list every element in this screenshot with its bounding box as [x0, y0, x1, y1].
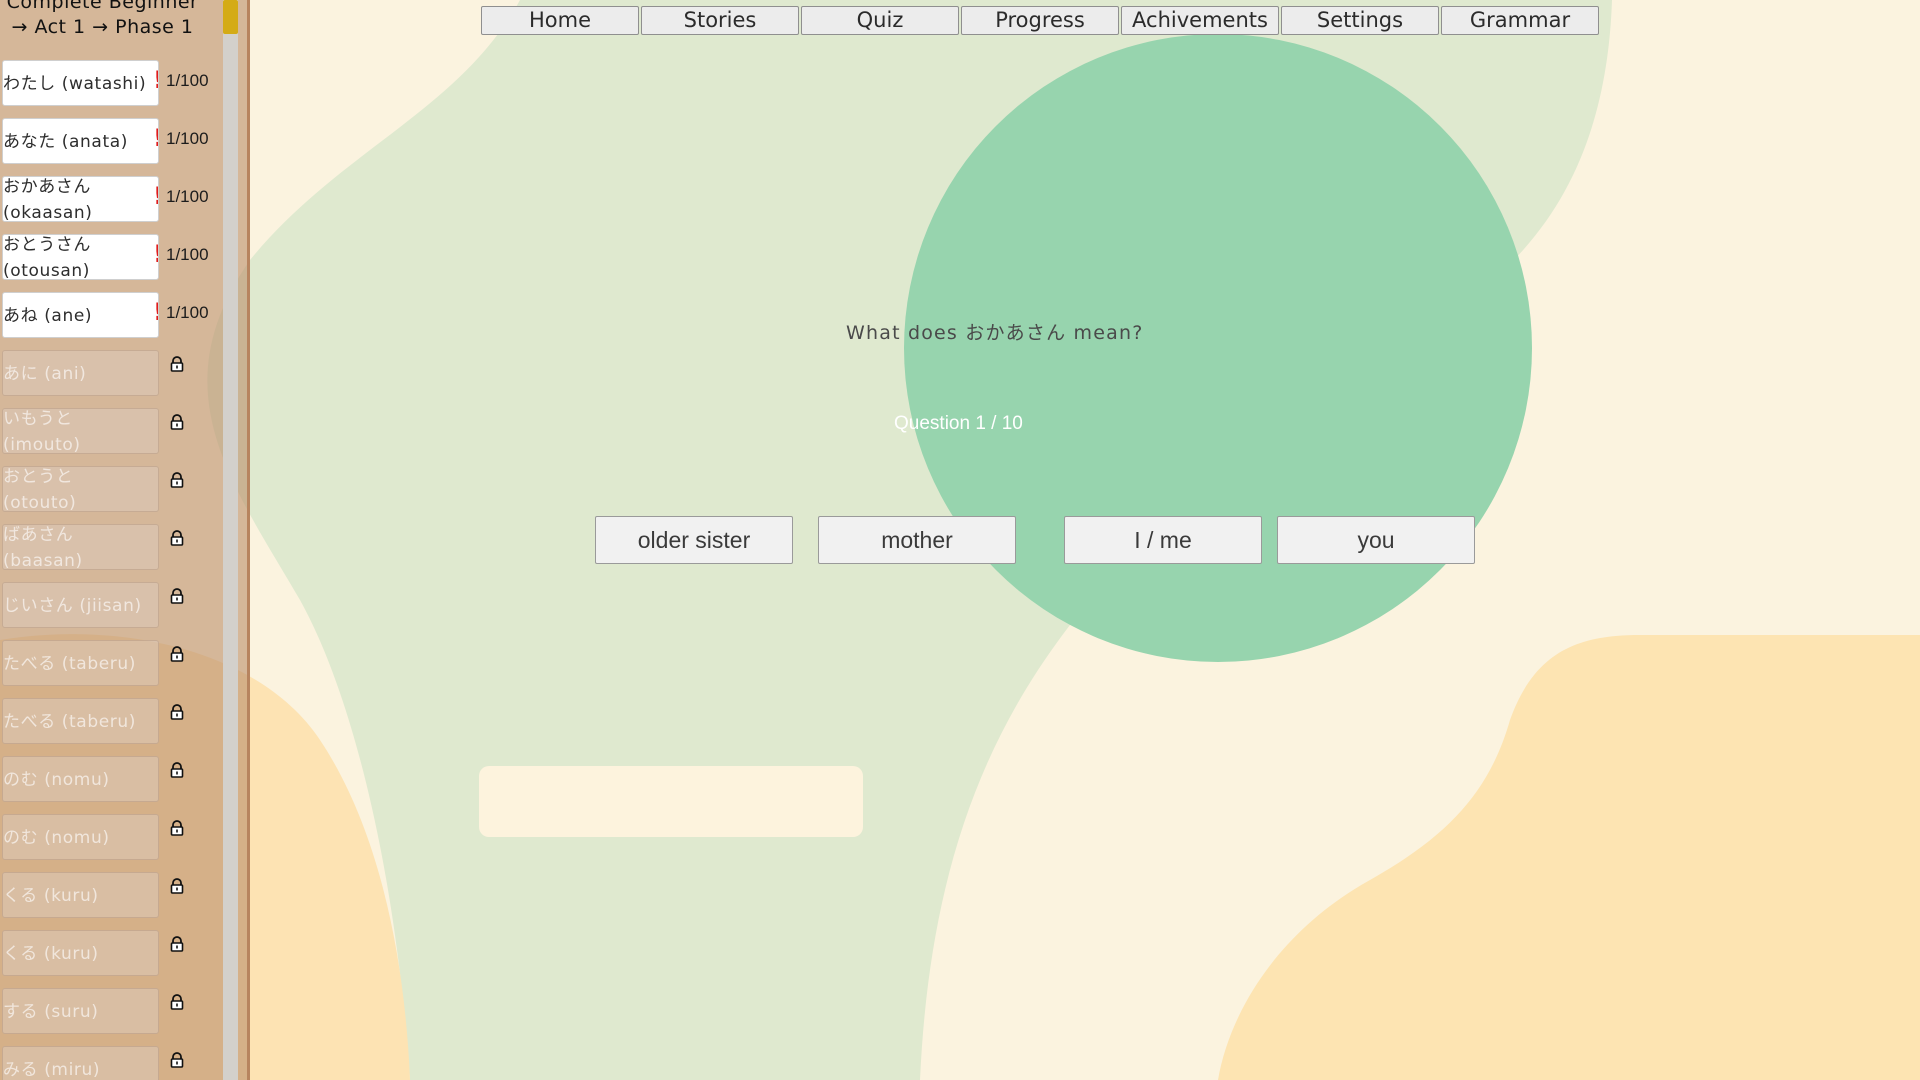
vocab-item: おとうと (otouto) [2, 466, 222, 514]
vocab-word: おかあさん (okaasan) [3, 177, 93, 222]
vocab-item[interactable]: わたし (watashi)! 1/100 [2, 60, 222, 108]
answer-option-3-button[interactable]: I / me [1064, 516, 1262, 564]
quiz-question: What does おかあさん mean? [846, 322, 1144, 344]
vocab-card: たべる (taberu) [2, 698, 159, 744]
vocab-progress: 1/100 [166, 303, 209, 322]
vocab-progress: 1/100 [166, 71, 209, 90]
vocab-word: いもうと (imouto) [3, 409, 81, 454]
lock-icon [169, 530, 185, 546]
alert-icon: ! [153, 299, 158, 325]
vocab-item: くる (kuru) [2, 872, 222, 920]
vocab-word: じいさん (jiisan) [3, 596, 142, 616]
vocab-item: くる (kuru) [2, 930, 222, 978]
vocab-card: くる (kuru) [2, 872, 159, 918]
lock-icon [169, 936, 185, 952]
vocab-word: たべる (taberu) [3, 712, 136, 732]
vocab-item: する (suru) [2, 988, 222, 1036]
vocab-item: あに (ani) [2, 350, 222, 398]
sidebar-scrollbar-thumb[interactable] [223, 0, 238, 34]
vocab-word: みる (miru) [3, 1060, 101, 1080]
vocab-item: のむ (nomu) [2, 756, 222, 804]
lock-icon [169, 704, 185, 720]
vocab-card[interactable]: おとうさん (otousan)! [2, 234, 159, 280]
lock-icon [169, 472, 185, 488]
vocab-card: みる (miru) [2, 1046, 159, 1080]
vocab-card: あに (ani) [2, 350, 159, 396]
vocab-word: おとうさん (otousan) [3, 235, 91, 280]
vocab-card: のむ (nomu) [2, 814, 159, 860]
vocab-word: ばあさん (baasan) [3, 525, 83, 570]
vocab-item: じいさん (jiisan) [2, 582, 222, 630]
nav-stories-button[interactable]: Stories [641, 6, 799, 35]
vocab-card[interactable]: わたし (watashi)! [2, 60, 159, 106]
vocab-item: のむ (nomu) [2, 814, 222, 862]
phase-title: Complete Beginner → Act 1 → Phase 1 [6, 0, 199, 38]
vocab-progress: 1/100 [166, 129, 209, 148]
lock-icon [169, 414, 185, 430]
lock-icon [169, 356, 185, 372]
vocab-word: あなた (anata) [3, 132, 128, 152]
alert-icon: ! [153, 241, 158, 267]
vocab-card: する (suru) [2, 988, 159, 1034]
alert-icon: ! [153, 67, 158, 93]
nav-home-button[interactable]: Home [481, 6, 639, 35]
vocab-item[interactable]: あなた (anata)! 1/100 [2, 118, 222, 166]
vocab-item: ばあさん (baasan) [2, 524, 222, 572]
vocab-card: おとうと (otouto) [2, 466, 159, 512]
nav-grammar-button[interactable]: Grammar [1441, 6, 1599, 35]
lock-icon [169, 588, 185, 604]
nav-settings-button[interactable]: Settings [1281, 6, 1439, 35]
vocab-sidebar: Complete Beginner → Act 1 → Phase 1 わたし … [0, 0, 250, 1080]
vocab-word: あね (ane) [3, 306, 93, 326]
bg-peach-blob-right [1218, 635, 1920, 1080]
nav-quiz-button[interactable]: Quiz [801, 6, 959, 35]
lock-icon [169, 878, 185, 894]
vocab-word: おとうと (otouto) [3, 467, 77, 512]
vocab-word: する (suru) [3, 1002, 99, 1022]
vocab-item[interactable]: おかあさん (okaasan)! 1/100 [2, 176, 222, 224]
answer-input[interactable] [479, 766, 863, 837]
accent-circle [904, 34, 1532, 662]
vocab-item: みる (miru) [2, 1046, 222, 1080]
vocab-card[interactable]: おかあさん (okaasan)! [2, 176, 159, 222]
vocab-item[interactable]: あね (ane)! 1/100 [2, 292, 222, 340]
vocab-card[interactable]: あなた (anata)! [2, 118, 159, 164]
vocab-word: のむ (nomu) [3, 828, 110, 848]
vocab-card: ばあさん (baasan) [2, 524, 159, 570]
nav-achievements-button[interactable]: Achivements [1121, 6, 1279, 35]
sidebar-scrollbar[interactable] [223, 0, 238, 1080]
lock-icon [169, 994, 185, 1010]
alert-icon: ! [153, 125, 158, 151]
question-counter: Question 1 / 10 [894, 413, 1023, 434]
vocab-progress: 1/100 [166, 245, 209, 264]
vocab-item[interactable]: おとうさん (otousan)! 1/100 [2, 234, 222, 282]
vocab-word: くる (kuru) [3, 944, 99, 964]
answer-option-2-button[interactable]: mother [818, 516, 1016, 564]
sidebar-edge [247, 0, 250, 1080]
lock-icon [169, 1052, 185, 1068]
vocab-card: のむ (nomu) [2, 756, 159, 802]
top-navigation: Home Stories Quiz Progress Achivements S… [481, 6, 1599, 36]
vocab-word: のむ (nomu) [3, 770, 110, 790]
answer-option-1-button[interactable]: older sister [595, 516, 793, 564]
vocab-card: たべる (taberu) [2, 640, 159, 686]
lock-icon [169, 762, 185, 778]
vocab-card: いもうと (imouto) [2, 408, 159, 454]
vocab-card: くる (kuru) [2, 930, 159, 976]
vocab-word: くる (kuru) [3, 886, 99, 906]
lock-icon [169, 820, 185, 836]
alert-icon: ! [153, 183, 158, 209]
vocab-word: あに (ani) [3, 364, 87, 384]
vocab-word: わたし (watashi) [3, 74, 147, 94]
nav-progress-button[interactable]: Progress [961, 6, 1119, 35]
answer-option-4-button[interactable]: you [1277, 516, 1475, 564]
vocab-item: たべる (taberu) [2, 640, 222, 688]
vocab-card[interactable]: あね (ane)! [2, 292, 159, 338]
vocab-progress: 1/100 [166, 187, 209, 206]
vocab-item: いもうと (imouto) [2, 408, 222, 456]
vocab-item: たべる (taberu) [2, 698, 222, 746]
vocab-card: じいさん (jiisan) [2, 582, 159, 628]
vocab-word: たべる (taberu) [3, 654, 136, 674]
lock-icon [169, 646, 185, 662]
